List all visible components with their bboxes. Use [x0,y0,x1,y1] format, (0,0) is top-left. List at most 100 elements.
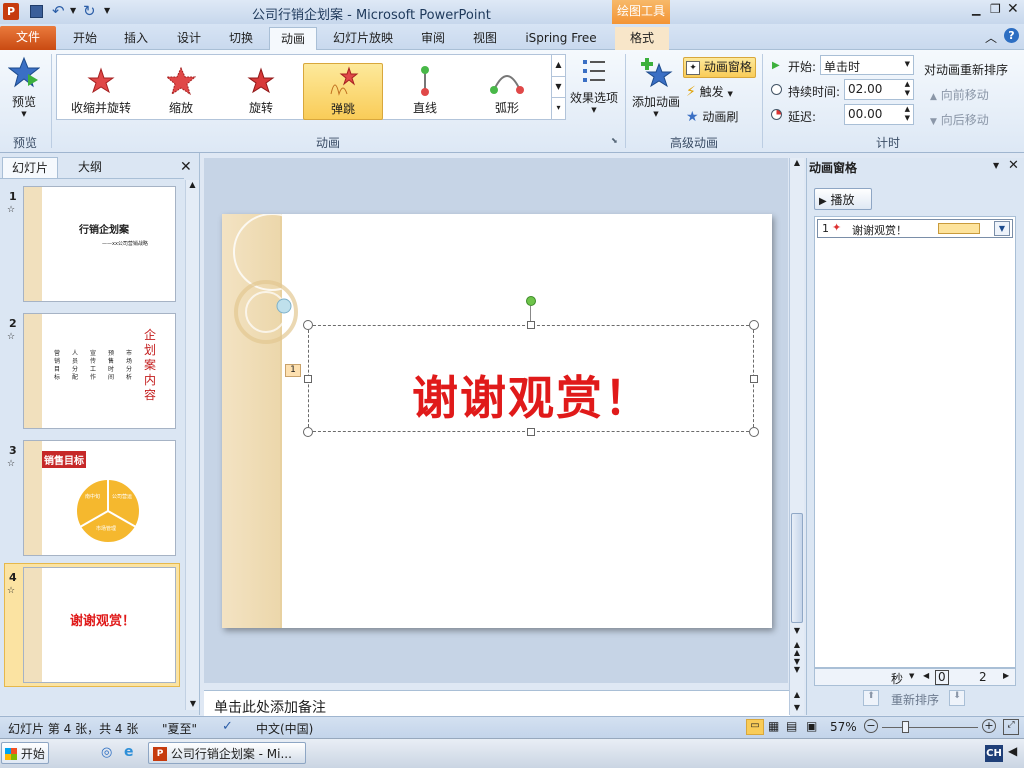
anim-zoom[interactable]: 缩放 [141,63,221,120]
timeline-scroll-right[interactable]: ▶ [1003,671,1009,680]
tray-arrow-icon[interactable]: ◀ [1008,744,1017,758]
animation-order-tag[interactable]: 1 [285,364,301,377]
add-animation-button[interactable]: 添加动画 ▼ [628,56,684,128]
start-select[interactable]: 单击时 ▼ [820,55,914,75]
animation-pane-close-icon[interactable]: ✕ [1008,158,1019,173]
anim-bounce[interactable]: 弹跳 [303,63,383,120]
customize-qat-icon[interactable]: ▼ [104,6,110,15]
redo-icon[interactable]: ↻ [83,2,96,20]
reorder-up-button[interactable]: ⬆ [863,690,879,706]
reading-view-button[interactable]: ▤ [786,719,797,733]
move-earlier-button[interactable]: ▲ 向前移动 [930,86,989,103]
close-panel-icon[interactable]: ✕ [180,159,192,175]
taskbar-window-powerpoint[interactable]: P 公司行销企划案 - Mi... [148,742,306,764]
spellcheck-icon[interactable]: ✓ [222,719,233,734]
reorder-down-button[interactable]: ⬇ [949,690,965,706]
resize-handle-tm[interactable] [527,321,535,329]
tab-insert[interactable]: 插入 [113,27,159,50]
duration-input[interactable]: 02.00 ▲ ▼ [844,79,914,100]
resize-handle-tl[interactable] [303,320,313,330]
gallery-scroll-down[interactable]: ▼ [551,76,565,97]
gallery-more[interactable]: ▾ [551,97,565,119]
anim-lines[interactable]: 直线 [385,63,465,120]
anim-arcs[interactable]: 弧形 [467,63,547,120]
main-slide-text[interactable]: 谢谢观赏！ [309,362,755,428]
fit-to-window-button[interactable]: ⤢ [1003,719,1019,735]
editor-scroll-thumb[interactable] [791,513,803,623]
editor-scroll-down[interactable]: ▼ [790,626,804,635]
animation-dialog-launcher[interactable]: ⬊ [611,136,618,145]
restore-button[interactable]: ❐ [990,2,1004,16]
animation-pane-menu-icon[interactable]: ▼ [993,161,999,170]
tab-home[interactable]: 开始 [62,27,108,50]
animation-painter-button[interactable]: ★ 动画刷 [686,108,738,128]
tab-view[interactable]: 视图 [462,27,508,50]
resize-handle-tr[interactable] [749,320,759,330]
powerpoint-app-icon[interactable]: P [3,3,19,20]
rotate-handle[interactable] [526,296,536,306]
preview-button[interactable]: 预览 ▼ [4,56,44,126]
text-box-selection[interactable]: 谢谢观赏！ [308,325,754,432]
undo-icon[interactable]: ↶ [52,2,65,20]
minimize-ribbon-icon[interactable]: ︿ [985,29,997,46]
zoom-level[interactable]: 57% [830,720,857,734]
scroll-up-arrow[interactable]: ▲ [186,180,199,189]
tab-file[interactable]: 文件 [0,26,56,50]
notes-pane[interactable]: 单击此处添加备注 [204,690,790,716]
play-button[interactable]: ▶ 播放 [814,188,872,210]
browser-icon[interactable]: e [124,744,134,760]
close-window-button[interactable]: ✕ [1007,1,1021,17]
save-icon[interactable] [30,5,43,18]
anim-shrink-spin[interactable]: 收缩并旋转 [61,63,141,120]
slide-canvas[interactable]: 谢谢观赏！ 1 [222,214,772,628]
slide-sorter-view-button[interactable]: ▦ [768,719,779,733]
zoom-slider[interactable] [882,721,978,733]
theme-name[interactable]: "夏至" [162,720,197,737]
slide-thumb-1[interactable]: 行销企划案 ——xx公司营销战略 [23,186,176,302]
zoom-out-button[interactable]: − [864,719,878,733]
editor-vertical-scrollbar[interactable]: ▲ ▼ ▲ ▲ ▼ ▼ ▲ ▼ [789,158,804,715]
slide-thumb-2[interactable]: 营销目标 人员分配 宣传工作 预售时间 市场分析 企划案内容 [23,313,176,429]
resize-handle-bl[interactable] [303,427,313,437]
anim-spin[interactable]: 旋转 [221,63,301,120]
minimize-button[interactable]: ▁ [972,3,986,17]
animation-list-item[interactable]: 1 ✦ 谢谢观赏！ ▼ [817,219,1013,238]
tab-slideshow[interactable]: 幻灯片放映 [327,27,399,50]
resize-handle-ml[interactable] [304,375,312,383]
tab-animations[interactable]: 动画 [269,27,317,50]
duration-spinner-icon[interactable]: ▲ ▼ [905,80,910,98]
notes-scroll-up[interactable]: ▲ [790,690,804,699]
effect-options-button[interactable]: 效果选项 ▼ [568,56,620,128]
slideshow-view-button[interactable]: ▣ [806,719,817,733]
slides-panel-scrollbar[interactable]: ▲ ▼ [185,180,199,710]
scroll-down-arrow[interactable]: ▼ [186,699,200,708]
zoom-in-button[interactable]: + [982,719,996,733]
tab-slides-panel[interactable]: 幻灯片 [2,157,58,178]
timeline-scroll-left[interactable]: ◀ [923,671,929,680]
editor-scroll-up[interactable]: ▲ [790,158,804,167]
gallery-scroll-up[interactable]: ▲ [551,55,565,76]
ime-indicator[interactable]: CH [985,745,1003,762]
delay-spinner-icon[interactable]: ▲ ▼ [905,105,910,123]
language-status[interactable]: 中文(中国) [256,720,313,737]
tab-outline-panel[interactable]: 大纲 [62,157,118,178]
animation-pane-button[interactable]: ✦ 动画窗格 [683,57,756,78]
move-later-button[interactable]: ▼ 向后移动 [930,111,989,128]
resize-handle-br[interactable] [749,427,759,437]
undo-dropdown-icon[interactable]: ▼ [70,6,76,15]
resize-handle-mr[interactable] [750,375,758,383]
resize-handle-bm[interactable] [527,428,535,436]
start-button[interactable]: 开始 [1,742,49,764]
normal-view-button[interactable]: ▭ [746,719,764,735]
slide-thumb-3[interactable]: 销售目标 南中旬 公司营运 市场管理 [23,440,176,556]
slide-thumb-4[interactable]: 谢谢观赏！ [23,567,176,683]
tab-review[interactable]: 审阅 [410,27,456,50]
delay-input[interactable]: 00.00 ▲ ▼ [844,104,914,125]
next-slide-icon[interactable]: ▼ ▼ [790,658,804,674]
previous-slide-icon[interactable]: ▲ ▲ [790,641,804,657]
tab-format[interactable]: 格式 [615,27,669,50]
zoom-slider-thumb[interactable] [902,721,909,733]
notes-scroll-down[interactable]: ▼ [790,703,804,712]
anim-item-dropdown[interactable]: ▼ [994,221,1010,236]
tab-ispring[interactable]: iSpring Free [518,27,604,50]
